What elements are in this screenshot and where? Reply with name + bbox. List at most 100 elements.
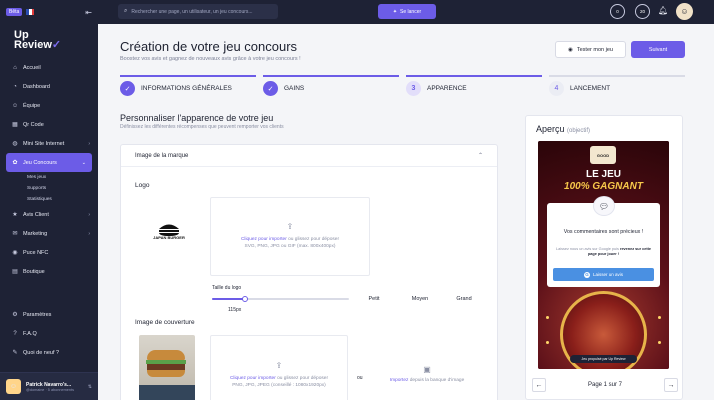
next-page-button[interactable]: → [664,378,678,392]
cover-dropzone[interactable]: ⇪ Cliquez pour importer ou glissez pour … [210,335,348,400]
bell-icon[interactable]: 🔔︎ [658,6,668,15]
light-bulb [658,341,661,344]
section-title: Personnaliser l'apparence de votre jeu [120,113,274,123]
logo-size-value: 115px [228,307,242,313]
french-flag-icon[interactable] [26,9,35,15]
sidebar-item-qrcode[interactable]: ▦ Qr Code [0,115,98,134]
sidebar-item-accueil[interactable]: ⌂ Accueil [0,58,98,77]
avatar[interactable]: ☺ [676,3,693,20]
sidebar-item-label: Dashboard [23,83,50,90]
sidebar-item-parametres[interactable]: ⚙ Paramètres [0,305,98,324]
brand-line2: Review [14,39,52,51]
upload-icon: ⇪ [275,360,283,370]
help-icon: ? [13,330,17,337]
search-bar[interactable]: ⌕ [118,4,278,19]
launch-label: Se lancer [400,8,422,15]
eye-icon: ◉ [568,46,573,53]
sidebar-item-label: Accueil [23,64,41,71]
search-input[interactable] [131,8,272,15]
upload-link[interactable]: Cliquez pour importer [230,376,276,381]
logo-size-slider-thumb[interactable] [241,296,248,302]
leave-review-button[interactable]: G Laisser un avis [553,268,654,281]
sidebar-item-label: Boutique [23,268,45,275]
brand-image-card: Image de la marque ⌃ Logo JAPAN BURGER ⇪… [120,144,498,400]
logo-label: Logo [135,182,150,189]
launch-button[interactable]: ✦ Se lancer [378,4,436,19]
step-gains[interactable]: ✓ GAINS [263,81,304,96]
upload-icon: ⇪ [286,222,294,231]
section-subtitle: Définissez les différentes récompenses q… [120,124,284,130]
logo-dropzone[interactable]: ⇪ Cliquez pour importer ou glissez pour … [210,197,370,276]
sidebar-item-marketing[interactable]: ✉ Marketing › [0,224,98,243]
step-label: INFORMATIONS GÉNÉRALES [141,85,232,92]
step-label: GAINS [284,85,305,92]
shop-icon: ▤ [12,269,18,275]
chat-bubbles-icon: 💬︎ [593,196,615,216]
step-check-icon: ✓ [120,81,135,96]
sidebar-item-label: Quoi de neuf ? [23,349,60,356]
sidebar-item-label: Puce NFC [23,249,49,256]
star-icon: ★ [12,212,18,218]
or-separator: ou [357,375,363,381]
step-progress-line [120,75,256,77]
brand-logo[interactable]: Up Review✓ [0,24,98,58]
step-lancement[interactable]: 4 LANCEMENT [549,81,610,96]
gear-icon: ⚙ [12,312,18,318]
sidebar-item-quoi-de-neuf[interactable]: ✎ Quoi de neuf ? [0,343,98,362]
size-grand-button[interactable]: Grand [449,292,479,306]
collapse-sidebar-icon[interactable]: ⇤ [85,8,92,17]
sidebar-item-faq[interactable]: ? F.A.Q [0,324,98,343]
globe-icon: ◍ [12,141,18,147]
game-logo: GOOD [590,146,616,164]
counter-badge[interactable]: 20 [635,4,650,19]
qrcode-icon: ▦ [12,122,18,128]
upload-link[interactable]: Cliquez pour importer [241,237,287,242]
step-informations[interactable]: ✓ INFORMATIONS GÉNÉRALES [120,81,232,96]
upload-hint: ou glissez pour déposer [275,375,329,381]
sidebar-item-mini-site[interactable]: ◍ Mini Site Internet › [0,134,98,153]
sidebar-item-label: Avis Client [23,211,49,218]
step-apparence[interactable]: 3 APPARENCE [406,81,467,96]
size-moyen-button[interactable]: Moyen [405,292,435,306]
image-bank-button[interactable]: ▣ Importez depuis la banque d'image [369,335,485,400]
brand-card-header[interactable]: Image de la marque ⌃ [121,145,497,167]
logo-preview: JAPAN BURGER [149,211,189,251]
upload-formats: SVG, PNG, JPG ou GIF (max. 800x400px) [244,244,336,249]
sidebar-item-avis-client[interactable]: ★ Avis Client › [0,205,98,224]
sidebar-item-puce-nfc[interactable]: ◉ Puce NFC [0,243,98,262]
sidebar-item-label: Paramètres [23,311,52,318]
preview-note: (objectif) [567,128,591,134]
modal-title: Vos commentaires sont précieux ! [563,229,644,235]
page-indicator: Page 1 sur 7 [587,382,623,388]
sidebar-item-label: F.A.Q [23,330,37,337]
sidebar-item-dashboard[interactable]: ◔ Dashboard [0,77,98,96]
light-bulb [546,316,549,319]
test-game-button[interactable]: ◉ Tester mon jeu [555,41,626,58]
sidebar-subitem-mes-jeux[interactable]: Mes jeux [0,172,98,183]
avatar: ☺ [6,379,21,394]
logo-size-label: Taille du logo [212,285,242,291]
size-petit-button[interactable]: Petit [361,292,387,306]
counter-badge[interactable]: 0 [610,4,625,19]
home-icon: ⌂ [13,64,17,71]
review-modal: 💬︎ Vos commentaires sont précieux ! Lais… [547,196,660,287]
chevron-right-icon: › [88,230,90,237]
sidebar-item-label: Marketing [23,230,48,237]
topbar: ⌕ ✦Se lancer 0 20 🔔︎ ☺ [98,0,714,24]
chevron-down-icon: ⌄ [81,159,86,166]
sidebar-item-equipe[interactable]: ☺ Équipe [0,96,98,115]
sidebar-item-jeu-concours[interactable]: ✿ Jeu Concours ⌄ [6,153,92,172]
image-bank-link[interactable]: Importez [390,378,409,383]
sidebar-subitem-supports[interactable]: Supports [0,183,98,194]
step-check-icon: ✓ [263,81,278,96]
sidebar-item-boutique[interactable]: ▤ Boutique [0,262,98,281]
rocket-icon: ✦ [392,8,398,15]
sidebar-subitem-statistiques[interactable]: Statistiques [0,194,98,205]
prev-page-button[interactable]: ← [532,378,546,392]
sidebar-item-label: Mini Site Internet [23,140,65,147]
user-account[interactable]: ☺ Patrick Navarro's... @domaine · 5 abon… [0,372,98,400]
preview-title: Aperçu (objectif) [536,124,590,134]
gift-icon: ✿ [12,160,18,166]
next-button[interactable]: Suivant [631,41,685,58]
chevron-up-down-icon[interactable]: ⇅ [88,384,92,390]
